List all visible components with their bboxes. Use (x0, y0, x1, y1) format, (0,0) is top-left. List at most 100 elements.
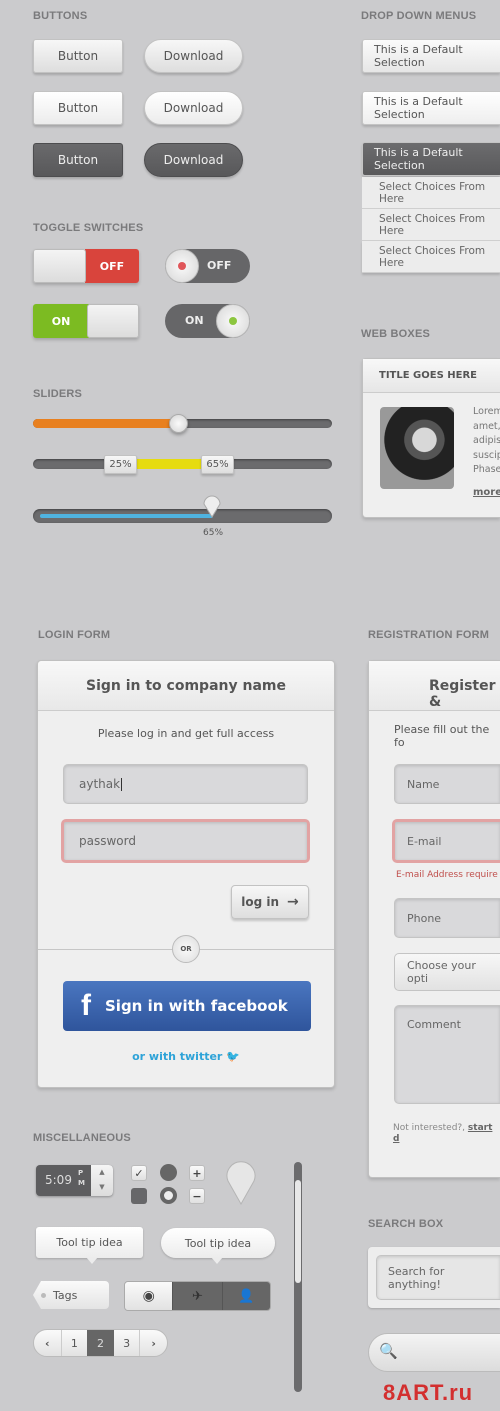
button-pressed[interactable]: Button (33, 143, 123, 177)
web-box-text: Lorem amet, adipis suscip Phase (473, 405, 500, 478)
facebook-icon: f (81, 989, 91, 1022)
button-default[interactable]: Button (33, 39, 123, 73)
page-1[interactable]: 1 (60, 1330, 88, 1356)
facebook-signin-button[interactable]: f Sign in with facebook (63, 981, 311, 1031)
username-input[interactable]: aythak (63, 764, 308, 804)
checkbox-checked[interactable]: ✓ (131, 1165, 147, 1181)
eye-icon[interactable]: ◉ (125, 1282, 173, 1310)
password-input[interactable]: password (61, 819, 310, 863)
search-input[interactable]: Search for anything! (376, 1255, 500, 1300)
name-input[interactable]: Name (394, 764, 500, 804)
toggle-knob (33, 249, 86, 283)
download-button-default[interactable]: Download (144, 39, 243, 73)
toggle-knob (165, 249, 199, 283)
time-picker[interactable]: 5:09 PM ▲ ▼ (36, 1165, 113, 1196)
minus-icon: − (192, 1189, 202, 1203)
button-hover[interactable]: Button (33, 91, 123, 125)
search-pill[interactable]: 🔍 (368, 1333, 500, 1372)
tag-text: Tags (53, 1288, 78, 1302)
phone-input[interactable]: Phone (394, 898, 500, 938)
toggles-heading: TOGGLE SWITCHES (33, 222, 144, 234)
chevron-down-icon[interactable]: ▼ (91, 1180, 113, 1195)
toggle-on-rect[interactable]: ON (33, 304, 139, 338)
more-link[interactable]: more (473, 487, 500, 498)
options-select[interactable]: Choose your opti (394, 953, 500, 991)
airplane-icon[interactable]: ✈ (172, 1282, 222, 1310)
page-2-current[interactable]: 2 (87, 1330, 114, 1356)
ampm-p: P (78, 1169, 84, 1177)
time-stepper[interactable]: ▲ ▼ (91, 1165, 113, 1196)
text-line: adipis (473, 435, 500, 446)
email-error: E-mail Address require (396, 870, 498, 880)
dropdown-open[interactable]: This is a Default Selection (362, 142, 500, 176)
dropdowns-heading: DROP DOWN MENUS (361, 10, 477, 22)
text-line: Phase (473, 464, 500, 475)
plus-icon: + (192, 1166, 202, 1180)
page-3[interactable]: 3 (114, 1330, 141, 1356)
slider-fill (33, 419, 178, 428)
range-fill (137, 459, 203, 469)
registration-heading: REGISTRATION FORM (368, 629, 490, 641)
slider-range[interactable] (33, 459, 332, 469)
tooltip-square: Tool tip idea (36, 1227, 143, 1258)
chevron-up-icon[interactable]: ▲ (91, 1165, 113, 1180)
toggle-on-label: ON (33, 304, 89, 338)
download-button-hover[interactable]: Download (144, 91, 243, 125)
toggle-off-round[interactable]: OFF (165, 249, 250, 283)
login-button[interactable]: log in → (231, 885, 309, 919)
dropdown-default[interactable]: This is a Default Selection (362, 39, 500, 73)
slider-progress[interactable] (33, 509, 332, 523)
chevron-right-icon[interactable]: › (140, 1330, 167, 1356)
checkbox-filled[interactable] (131, 1188, 147, 1204)
toggle-off-rect[interactable]: OFF (33, 249, 139, 283)
search-heading: SEARCH BOX (368, 1218, 444, 1230)
tag-label[interactable]: Tags (33, 1281, 109, 1309)
registration-subtitle: Please fill out the fo (394, 723, 490, 749)
registration-title: Register & (429, 678, 496, 710)
twitter-signin-link[interactable]: or with twitter 🐦 (38, 1050, 334, 1063)
range-high-handle[interactable]: 65% (201, 455, 234, 474)
slider-knob[interactable] (169, 414, 188, 433)
radio-selected[interactable] (160, 1187, 177, 1204)
login-title: Sign in to company name (85, 678, 286, 694)
not-interested-text: Not interested?, start d (393, 1123, 498, 1145)
not-interested-label: Not interested?, (393, 1123, 466, 1133)
segmented-control: ◉ ✈ 👤 (124, 1281, 271, 1311)
login-button-label: log in (241, 895, 280, 909)
twitter-label: or with twitter (132, 1050, 223, 1063)
toggle-off-label: OFF (207, 259, 232, 272)
email-input[interactable]: E-mail (392, 819, 500, 863)
toggle-off-label: OFF (85, 249, 139, 283)
plus-button[interactable]: + (189, 1165, 205, 1181)
progress-fill (40, 514, 213, 518)
minus-button[interactable]: − (189, 1188, 205, 1204)
watermark-logo: 8ART.ru (383, 1380, 474, 1405)
dropdown-hover[interactable]: This is a Default Selection (362, 91, 500, 125)
user-icon[interactable]: 👤 (221, 1282, 270, 1310)
radio-filled[interactable] (160, 1164, 177, 1181)
text-line: Lorem (473, 406, 500, 417)
arrow-right-icon: → (287, 894, 299, 910)
chevron-left-icon[interactable]: ‹ (34, 1330, 61, 1356)
dropdown-option[interactable]: Select Choices From Here (362, 177, 500, 209)
download-button-pressed[interactable]: Download (144, 143, 243, 177)
login-subtitle: Please log in and get full access (97, 727, 275, 740)
comment-textarea[interactable]: Comment (394, 1005, 500, 1104)
dropdown-option[interactable]: Select Choices From Here (362, 209, 500, 241)
slider-pin-handle[interactable] (203, 494, 221, 518)
facebook-label: Sign in with facebook (105, 997, 288, 1015)
toggle-knob (216, 304, 250, 338)
username-value: aythak (79, 777, 121, 791)
toggle-on-label: ON (185, 314, 204, 327)
web-box: TITLE GOES HERE Lorem amet, adipis suscip Ph… (362, 358, 500, 518)
dropdown-option[interactable]: Select Choices From Here (362, 241, 500, 273)
toggle-knob (87, 304, 139, 338)
tooltip-tail (211, 1257, 223, 1264)
scrollbar-thumb[interactable] (295, 1180, 301, 1283)
toggle-on-round[interactable]: ON (165, 304, 250, 338)
range-low-handle[interactable]: 25% (104, 455, 137, 474)
or-badge: OR (172, 935, 200, 963)
map-pin-icon (226, 1161, 256, 1205)
pagination: ‹ 1 2 3 › (33, 1329, 168, 1357)
scrollbar[interactable] (294, 1162, 302, 1392)
